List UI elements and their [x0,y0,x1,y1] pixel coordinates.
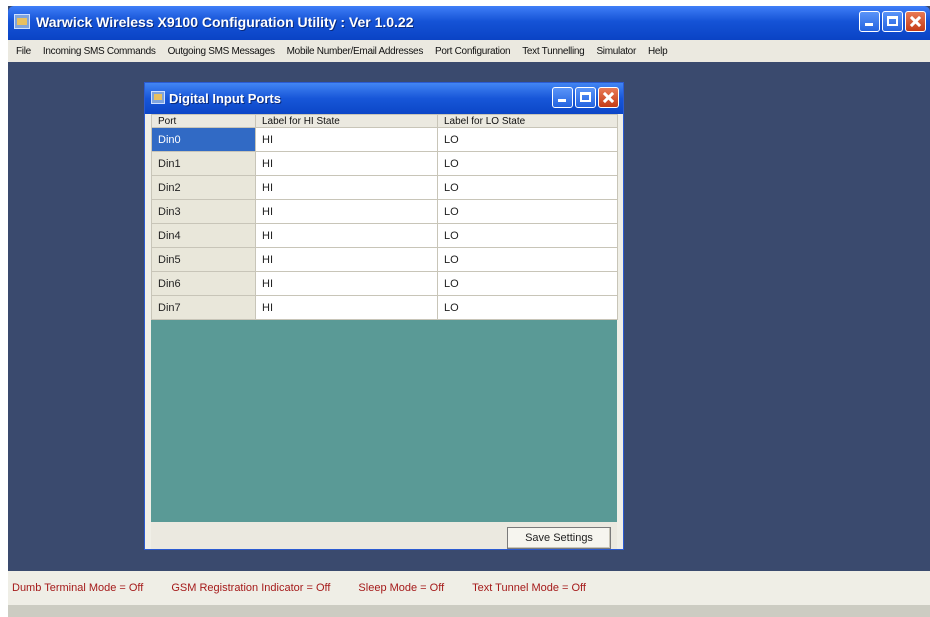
menu-file[interactable]: File [8,46,37,57]
child-minimize-button[interactable] [552,87,573,108]
lo-label-cell[interactable]: LO [437,199,618,224]
menu-bar: File Incoming SMS Commands Outgoing SMS … [8,40,930,62]
table-row[interactable]: Din6 HI LO [151,271,618,296]
child-title-bar[interactable]: Digital Input Ports [145,83,623,114]
status-bar: Dumb Terminal Mode = Off GSM Registratio… [8,571,930,605]
menu-mobile-number-email[interactable]: Mobile Number/Email Addresses [281,46,429,57]
port-cell[interactable]: Din1 [151,151,256,176]
hi-label-cell[interactable]: HI [255,247,438,272]
close-button[interactable] [905,11,926,32]
hi-label-cell[interactable]: HI [255,271,438,296]
table-row[interactable]: Din3 HI LO [151,199,618,224]
port-cell[interactable]: Din0 [151,127,256,152]
minimize-button[interactable] [859,11,880,32]
port-cell[interactable]: Din6 [151,271,256,296]
port-cell[interactable]: Din3 [151,199,256,224]
lo-label-cell[interactable]: LO [437,175,618,200]
main-title-bar[interactable]: Warwick Wireless X9100 Configuration Uti… [8,6,930,40]
app-title: Warwick Wireless X9100 Configuration Uti… [36,14,414,30]
menu-text-tunnelling[interactable]: Text Tunnelling [516,46,590,57]
port-cell[interactable]: Din5 [151,247,256,272]
table-row[interactable]: Din5 HI LO [151,247,618,272]
status-gsm-registration: GSM Registration Indicator = Off [171,582,331,594]
hi-label-cell[interactable]: HI [255,127,438,152]
hi-label-cell[interactable]: HI [255,295,438,320]
lo-label-cell[interactable]: LO [437,223,618,248]
hi-label-cell[interactable]: HI [255,199,438,224]
status-text-tunnel: Text Tunnel Mode = Off [472,582,586,594]
hi-label-cell[interactable]: HI [255,175,438,200]
main-window: Warwick Wireless X9100 Configuration Uti… [8,6,930,617]
maximize-button[interactable] [882,11,903,32]
menu-help[interactable]: Help [642,46,673,57]
table-row[interactable]: Din2 HI LO [151,175,618,200]
ports-table: Port Label for HI State Label for LO Sta… [151,114,618,320]
port-cell[interactable]: Din7 [151,295,256,320]
lo-label-cell[interactable]: LO [437,127,618,152]
menu-simulator[interactable]: Simulator [590,46,642,57]
child-maximize-button[interactable] [575,87,596,108]
table-row[interactable]: Din1 HI LO [151,151,618,176]
port-cell[interactable]: Din4 [151,223,256,248]
menu-outgoing-sms-messages[interactable]: Outgoing SMS Messages [162,46,281,57]
status-dumb-terminal: Dumb Terminal Mode = Off [12,582,144,594]
menu-port-configuration[interactable]: Port Configuration [429,46,516,57]
port-cell[interactable]: Din2 [151,175,256,200]
digital-input-ports-window: Digital Input Ports Port Label for HI St… [144,82,624,550]
hi-label-cell[interactable]: HI [255,151,438,176]
child-window-title: Digital Input Ports [169,91,281,106]
column-header-lo-label[interactable]: Label for LO State [437,114,618,128]
column-header-hi-label[interactable]: Label for HI State [255,114,438,128]
table-row[interactable]: Din7 HI LO [151,295,618,320]
lo-label-cell[interactable]: LO [437,247,618,272]
lo-label-cell[interactable]: LO [437,151,618,176]
ports-grid: Port Label for HI State Label for LO Sta… [151,114,618,522]
status-sleep-mode: Sleep Mode = Off [358,582,445,594]
window-icon [151,91,165,104]
table-row[interactable]: Din0 HI LO [151,127,618,152]
bottom-strip [8,605,930,617]
child-close-button[interactable] [598,87,619,108]
column-header-port[interactable]: Port [151,114,256,128]
hi-label-cell[interactable]: HI [255,223,438,248]
table-row[interactable]: Din4 HI LO [151,223,618,248]
lo-label-cell[interactable]: LO [437,295,618,320]
menu-incoming-sms-commands[interactable]: Incoming SMS Commands [37,46,162,57]
app-icon [14,14,30,29]
save-settings-button[interactable]: Save Settings [507,527,611,549]
table-header-row: Port Label for HI State Label for LO Sta… [151,114,618,128]
lo-label-cell[interactable]: LO [437,271,618,296]
dialog-footer: Save Settings [151,522,617,549]
